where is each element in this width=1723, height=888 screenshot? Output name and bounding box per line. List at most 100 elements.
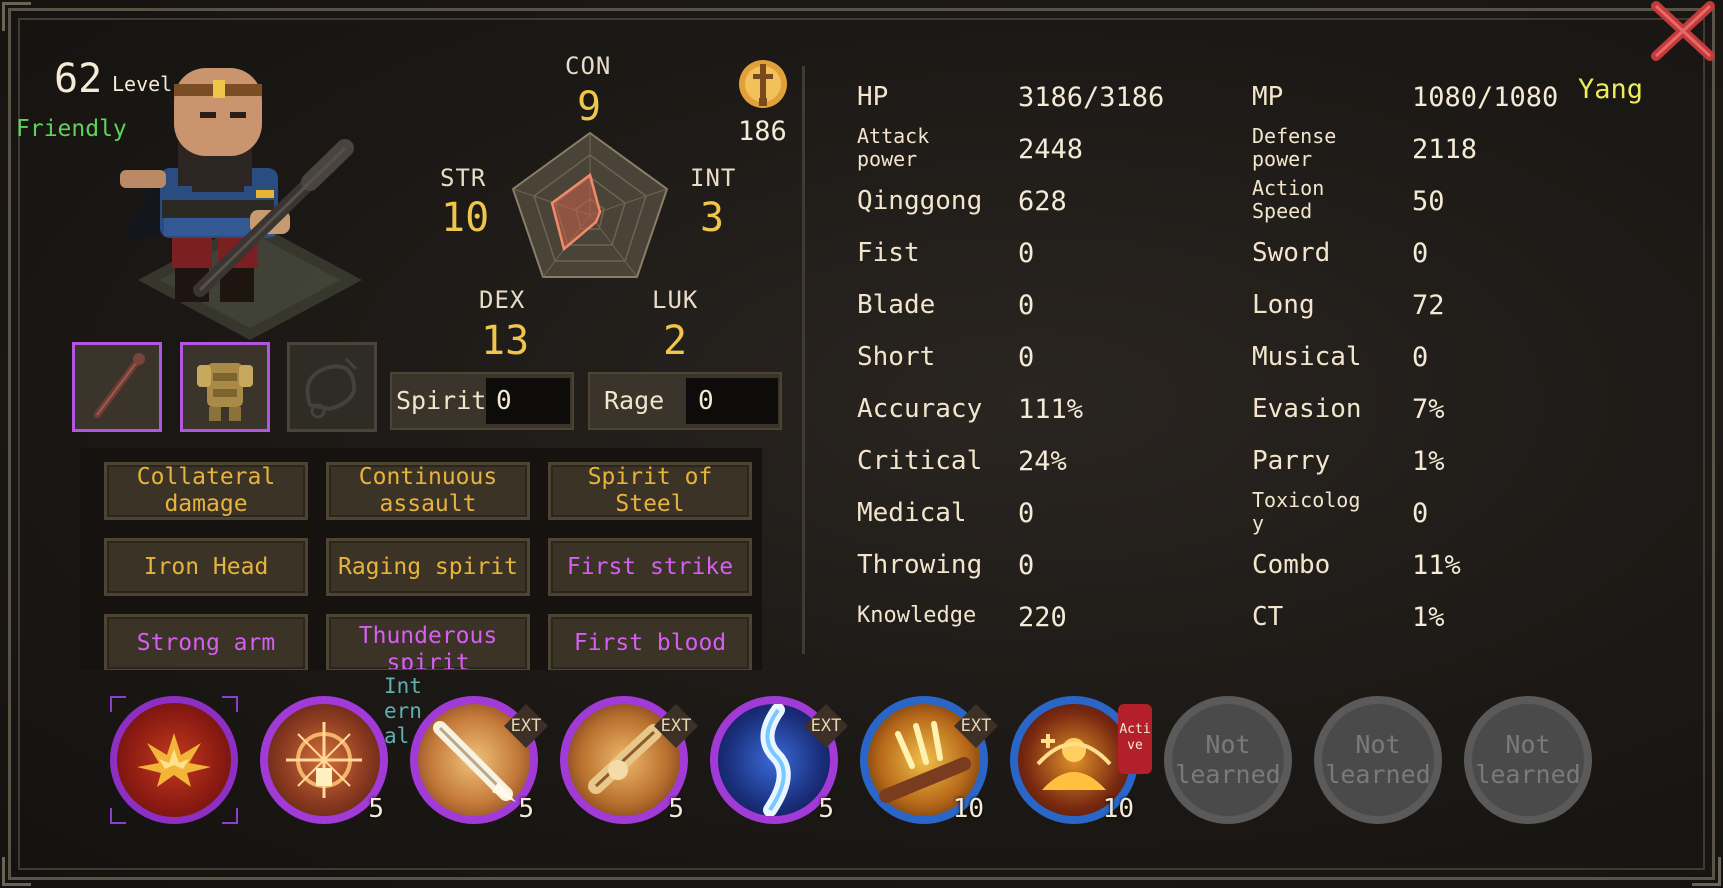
- stat-label-ct: CT: [1252, 602, 1284, 632]
- stat-value-knowledge: 220: [1018, 602, 1067, 633]
- frame-corner: [1692, 857, 1721, 886]
- skills-row: 5 Internal EXT 5 EXT 5 EXT 5 EXT 10 Acti…: [100, 672, 1648, 842]
- staff-icon: [93, 353, 145, 419]
- stat-value-blade: 0: [1018, 290, 1035, 321]
- spirit-bar: Spirit 0: [390, 372, 574, 430]
- armor-slot[interactable]: [180, 342, 270, 432]
- trait-button[interactable]: Spirit of Steel: [548, 462, 752, 520]
- stat-value-sword: 0: [1412, 238, 1429, 269]
- ext-badge: EXT: [954, 704, 998, 748]
- character-portrait: [100, 50, 400, 340]
- skill-slot-not-learned[interactable]: Not learned: [1314, 696, 1442, 824]
- flame-burst-icon: [137, 733, 211, 787]
- armor-icon: [197, 363, 253, 421]
- points-emblem: [735, 56, 791, 112]
- stat-value-mp: 1080/1080: [1412, 82, 1559, 113]
- character-sprite-icon: [120, 68, 362, 340]
- trait-button[interactable]: Collateral damage: [104, 462, 308, 520]
- stat-value-ct: 1%: [1412, 602, 1445, 633]
- section-divider: [802, 66, 805, 654]
- skill-slot-not-learned[interactable]: Not learned: [1164, 696, 1292, 824]
- stat-value-musical: 0: [1412, 342, 1429, 373]
- ext-badge-label: EXT: [660, 716, 692, 736]
- stat-label-combo: Combo: [1252, 550, 1331, 580]
- spirit-value-box: 0: [486, 378, 570, 424]
- str-value: 10: [441, 195, 490, 241]
- stat-value-throwing: 0: [1018, 550, 1035, 581]
- rage-bar: Rage 0: [588, 372, 782, 430]
- skill-level: 10: [952, 794, 984, 824]
- stat-value-defense-power: 2118: [1412, 134, 1478, 165]
- skill-level: 5: [518, 794, 534, 824]
- skill-level: 5: [818, 794, 834, 824]
- stat-label-mp: MP: [1252, 82, 1284, 112]
- rage-label: Rage: [604, 386, 665, 415]
- weapon-slot[interactable]: [72, 342, 162, 432]
- ext-badge-label: EXT: [510, 716, 542, 736]
- spirit-value: 0: [496, 386, 512, 416]
- accessory-slot[interactable]: [287, 342, 377, 432]
- close-icon: [1651, 1, 1715, 61]
- skill-slot[interactable]: Active 10: [1010, 696, 1152, 824]
- stat-value-evasion: 7%: [1412, 394, 1445, 425]
- stat-value-hp: 3186/3186: [1018, 82, 1165, 113]
- ext-badge: EXT: [804, 704, 848, 748]
- stat-label-short: Short: [857, 342, 936, 372]
- skill-slot[interactable]: 5 Internal: [260, 674, 422, 824]
- trait-button[interactable]: Continuous assault: [326, 462, 530, 520]
- trait-button[interactable]: Iron Head: [104, 538, 308, 596]
- stat-label-knowledge: Knowledge: [857, 603, 977, 628]
- stat-value-medical: 0: [1018, 498, 1035, 529]
- dex-value: 13: [481, 318, 530, 364]
- trait-button[interactable]: First blood: [548, 614, 752, 670]
- stat-label-fist: Fist: [857, 238, 920, 268]
- sword-emblem-icon: [739, 60, 787, 108]
- ext-badge: EXT: [654, 704, 698, 748]
- skill-level: 5: [368, 794, 384, 824]
- character-name: Yang: [1578, 74, 1644, 105]
- stat-label-action-speed: Action Speed: [1252, 176, 1325, 223]
- rage-value: 0: [698, 386, 714, 416]
- stat-label-parry: Parry: [1252, 446, 1331, 476]
- stat-label-long: Long: [1252, 290, 1315, 320]
- trait-button[interactable]: Raging spirit: [326, 538, 530, 596]
- skill-slot[interactable]: EXT 5: [710, 696, 848, 824]
- stat-label-toxicology: Toxicology: [1252, 488, 1361, 535]
- int-value: 3: [700, 195, 725, 241]
- con-label: CON: [565, 52, 612, 80]
- level-value: 62: [54, 56, 103, 102]
- stat-label-medical: Medical: [857, 498, 967, 528]
- flame-burst-skill-icon: [110, 696, 238, 824]
- skill-slot[interactable]: EXT 5: [410, 696, 548, 824]
- con-value: 9: [577, 84, 602, 130]
- character-panel: 62 Level Friendly CON 9 STR 10 INT 3 DEX…: [0, 0, 1723, 888]
- stat-label-attack-power: Attack power: [857, 124, 930, 171]
- stat-label-throwing: Throwing: [857, 550, 983, 580]
- frame-corner: [2, 2, 31, 31]
- trait-button[interactable]: Thunderous spirit: [326, 614, 530, 670]
- active-badge: Active: [1118, 704, 1152, 774]
- close-button[interactable]: [1648, 0, 1718, 62]
- stat-label-hp: HP: [857, 82, 889, 112]
- ext-badge: EXT: [504, 704, 548, 748]
- stat-label-critical: Critical: [857, 446, 983, 476]
- radiant-palm-icon: [286, 722, 362, 798]
- accessory-placeholder-icon: [305, 357, 358, 419]
- ext-badge-label: EXT: [960, 716, 992, 736]
- ext-badge-label: EXT: [810, 716, 842, 736]
- luk-value: 2: [663, 318, 688, 364]
- stat-value-attack-power: 2448: [1018, 134, 1084, 165]
- spirit-label: Spirit: [396, 386, 487, 415]
- trait-button[interactable]: Strong arm: [104, 614, 308, 670]
- stat-label-blade: Blade: [857, 290, 936, 320]
- trait-button[interactable]: First strike: [548, 538, 752, 596]
- rage-value-box: 0: [686, 378, 778, 424]
- skill-slot-not-learned[interactable]: Not learned: [1464, 696, 1592, 824]
- skill-slot[interactable]: EXT 10: [860, 696, 998, 824]
- stat-value-short: 0: [1018, 342, 1035, 373]
- stat-value-fist: 0: [1018, 238, 1035, 269]
- stat-value-parry: 1%: [1412, 446, 1445, 477]
- skill-slot[interactable]: EXT 5: [560, 696, 698, 824]
- skill-slot-selected[interactable]: [110, 696, 238, 824]
- stat-value-toxicology: 0: [1412, 498, 1429, 529]
